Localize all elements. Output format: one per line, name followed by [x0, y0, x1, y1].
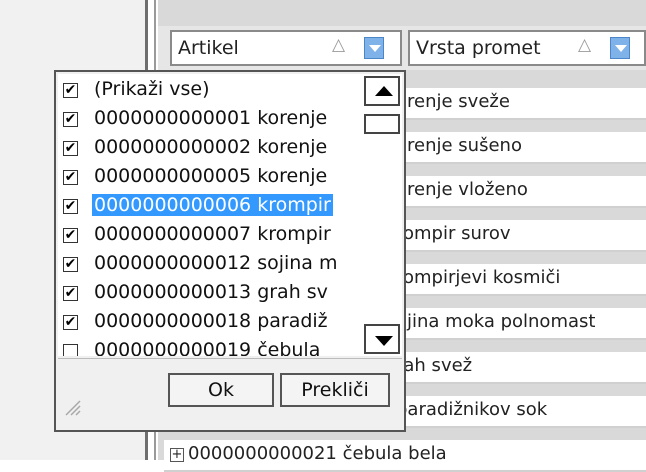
- scroll-thumb[interactable]: [364, 114, 400, 134]
- cell-text: orenje vloženo: [396, 179, 528, 200]
- cell-text: rah svež: [396, 355, 473, 376]
- filter-list[interactable]: ✔ (Prikaži vse) ✔ 0000000000001 korenje …: [58, 74, 364, 356]
- list-item[interactable]: ✔ 0000000000013 grah sv: [58, 279, 364, 308]
- list-item-label: 0000000000007 krompir: [94, 223, 331, 245]
- list-item[interactable]: ✔ 0000000000005 korenje: [58, 163, 364, 192]
- list-item[interactable]: ✔ 0000000000001 korenje: [58, 105, 364, 134]
- scroll-up-button[interactable]: [364, 76, 400, 106]
- popup-footer: Ok Prekliči: [58, 358, 402, 429]
- checkbox[interactable]: ✔: [63, 141, 78, 156]
- filter-dropdown-button[interactable]: [364, 37, 384, 59]
- checkbox[interactable]: ✔: [63, 83, 78, 98]
- checkbox[interactable]: [63, 344, 78, 356]
- ok-button[interactable]: Ok: [168, 373, 274, 407]
- sort-icon[interactable]: △: [332, 35, 345, 55]
- sort-icon[interactable]: △: [578, 35, 591, 55]
- checkbox[interactable]: ✔: [63, 315, 78, 330]
- cell-text: rompirjevi kosmiči: [396, 267, 561, 288]
- list-item[interactable]: ✔ 0000000000018 paradiž: [58, 308, 364, 337]
- list-item[interactable]: ✔ (Prikaži vse): [58, 76, 364, 105]
- column-header-vrsta-prometa[interactable]: Vrsta promet △: [408, 30, 646, 66]
- list-item-label: 0000000000018 paradiž: [94, 310, 328, 332]
- list-item-selected[interactable]: ✔ 0000000000006 krompir: [58, 192, 364, 221]
- arrow-up-icon: [375, 86, 393, 96]
- list-item-label: 0000000000006 krompir: [92, 194, 333, 216]
- filter-popup: ✔ (Prikaži vse) ✔ 0000000000001 korenje …: [54, 70, 406, 432]
- list-item[interactable]: 0000000000019 čebula: [58, 337, 364, 356]
- filter-dropdown-button[interactable]: [610, 37, 630, 59]
- vertical-scrollbar[interactable]: [364, 74, 402, 356]
- cell-text: paradižnikov sok: [396, 399, 548, 420]
- cell-text: orenje sušeno: [396, 135, 522, 156]
- cell-text: rompir surov: [396, 223, 511, 244]
- scroll-down-button[interactable]: [364, 324, 400, 354]
- cell-text: 0000000000021 čebula bela: [188, 443, 447, 464]
- arrow-down-icon: [375, 336, 393, 346]
- column-header-label: Vrsta promet: [416, 37, 541, 59]
- checkbox[interactable]: ✔: [63, 199, 78, 214]
- list-item-label: 0000000000019 čebula: [94, 339, 321, 356]
- resize-grip-icon[interactable]: [64, 399, 82, 417]
- list-item-label: 0000000000002 korenje: [94, 136, 328, 158]
- list-item-label: 0000000000001 korenje: [94, 107, 328, 129]
- cell-text: ojina moka polnomast: [396, 311, 596, 332]
- list-item-label: 0000000000012 sojina m: [94, 252, 338, 274]
- checkbox[interactable]: ✔: [63, 257, 78, 272]
- list-item[interactable]: ✔ 0000000000012 sojina m: [58, 250, 364, 279]
- list-item[interactable]: ✔ 0000000000007 krompir: [58, 221, 364, 250]
- list-item-label: (Prikaži vse): [94, 78, 210, 100]
- column-header-label: Artikel: [178, 37, 239, 59]
- checkbox[interactable]: ✔: [63, 286, 78, 301]
- table-row[interactable]: + 0000000000021 čebula bela: [164, 440, 646, 472]
- list-item[interactable]: ✔ 0000000000002 korenje: [58, 134, 364, 163]
- list-item-label: 0000000000013 grah sv: [94, 281, 328, 303]
- column-header-artikel[interactable]: Artikel △: [170, 30, 402, 66]
- list-item-label: 0000000000005 korenje: [94, 165, 328, 187]
- checkbox[interactable]: ✔: [63, 112, 78, 127]
- cell-text: orenje sveže: [396, 91, 510, 112]
- checkbox[interactable]: ✔: [63, 228, 78, 243]
- checkbox[interactable]: ✔: [63, 170, 78, 185]
- cancel-button[interactable]: Prekliči: [280, 373, 390, 407]
